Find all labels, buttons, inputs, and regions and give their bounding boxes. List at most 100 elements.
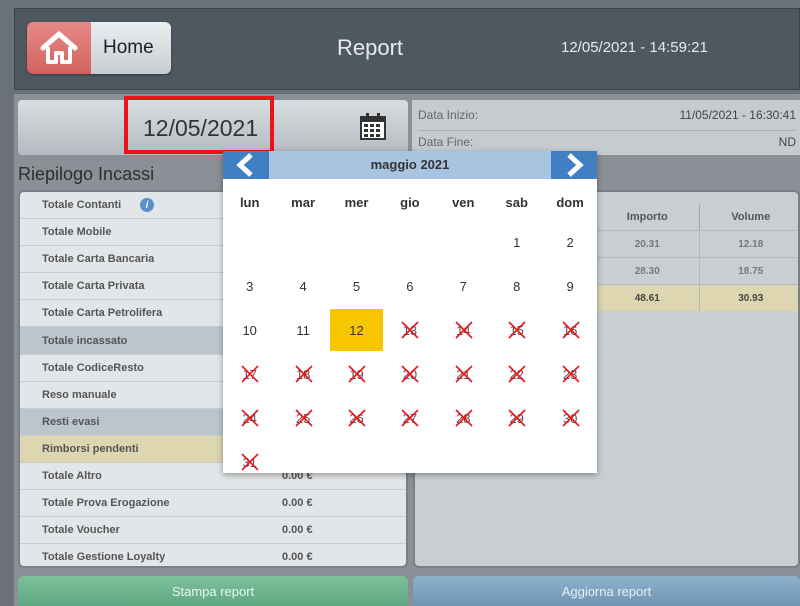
disabled-cross-icon bbox=[401, 365, 419, 383]
disabled-cross-icon bbox=[508, 409, 526, 427]
calendar-day[interactable]: 1 bbox=[490, 221, 543, 263]
row-label: Rimborsi pendenti bbox=[42, 442, 139, 455]
table-row: Totale Gestione Loyalty 0.00 € bbox=[20, 544, 406, 566]
calendar-icon[interactable] bbox=[360, 112, 386, 140]
disabled-cross-icon bbox=[562, 321, 580, 339]
end-date-value: ND bbox=[778, 135, 796, 149]
disabled-cross-icon bbox=[508, 365, 526, 383]
start-date-value: 11/05/2021 - 16:30:41 bbox=[679, 108, 796, 122]
calendar-day[interactable]: 7 bbox=[437, 265, 490, 307]
calendar-day: 15 bbox=[490, 309, 543, 351]
calendar-day: 19 bbox=[330, 353, 383, 395]
disabled-cross-icon bbox=[241, 365, 259, 383]
calendar-day[interactable]: 11 bbox=[277, 309, 330, 351]
row-label: Totale incassato bbox=[42, 334, 128, 347]
next-month-button[interactable] bbox=[551, 151, 597, 179]
calendar-day: 28 bbox=[437, 397, 490, 439]
cell-amount: 28.30 bbox=[595, 257, 699, 284]
info-icon[interactable]: i bbox=[140, 198, 154, 213]
cell-volume: 12.18 bbox=[698, 230, 798, 257]
disabled-cross-icon bbox=[562, 365, 580, 383]
date-picker-popup: maggio 2021 lun mar mer gio ven sab dom 1 2 3 4 5 6 7… bbox=[223, 151, 597, 473]
disabled-cross-icon bbox=[241, 409, 259, 427]
disabled-cross-icon bbox=[348, 365, 366, 383]
row-label: Totale Altro bbox=[42, 469, 102, 482]
calendar-day[interactable]: 5 bbox=[330, 265, 383, 307]
disabled-cross-icon bbox=[295, 365, 313, 383]
calendar-day[interactable]: 4 bbox=[277, 265, 330, 307]
calendar-day-selected[interactable]: 12 bbox=[330, 309, 383, 351]
page-title: Report bbox=[337, 35, 404, 60]
row-label: Totale Contanti bbox=[42, 199, 122, 212]
weekday-header: sab bbox=[505, 195, 528, 210]
row-label: Totale Mobile bbox=[42, 226, 112, 239]
row-label: Totale Carta Bancaria bbox=[42, 253, 155, 266]
report-screen: Home Report 12/05/2021 - 14:59:21 12/05/… bbox=[0, 0, 800, 606]
disabled-cross-icon bbox=[401, 409, 419, 427]
chevron-right-icon bbox=[567, 153, 584, 177]
weekday-header: gio bbox=[400, 195, 420, 210]
row-label: Resti evasi bbox=[42, 415, 100, 428]
disabled-cross-icon bbox=[348, 409, 366, 427]
calendar-day: 27 bbox=[383, 397, 436, 439]
calendar-day: 16 bbox=[544, 309, 597, 351]
section-title: Riepilogo Incassi bbox=[18, 164, 155, 184]
calendar-day: 31 bbox=[223, 441, 276, 483]
calendar-day[interactable]: 6 bbox=[383, 265, 436, 307]
disabled-cross-icon bbox=[562, 409, 580, 427]
home-button[interactable]: Home bbox=[27, 22, 171, 74]
weekday-header: mer bbox=[344, 195, 369, 210]
row-label: Totale Gestione Loyalty bbox=[42, 551, 166, 564]
calendar-day: 24 bbox=[223, 397, 276, 439]
home-button-label: Home bbox=[91, 22, 171, 74]
header-bar: Home Report 12/05/2021 - 14:59:21 bbox=[14, 8, 800, 90]
refresh-report-button[interactable]: Aggiorna report bbox=[413, 576, 800, 606]
cell-volume: 18.75 bbox=[698, 257, 798, 284]
column-header-amount: Importo bbox=[595, 204, 699, 230]
row-amount: 0.00 € bbox=[282, 497, 313, 510]
disabled-cross-icon bbox=[455, 365, 473, 383]
calendar-day: 13 bbox=[383, 309, 436, 351]
calendar-day[interactable]: 8 bbox=[490, 265, 543, 307]
row-label: Totale Prova Erogazione bbox=[42, 497, 170, 510]
row-amount: 0.00 € bbox=[282, 551, 313, 564]
calendar-day: 22 bbox=[490, 353, 543, 395]
table-header: Importo Volume bbox=[595, 204, 799, 230]
calendar-day: 23 bbox=[544, 353, 597, 395]
weekday-header: mar bbox=[291, 195, 316, 210]
table-row: Totale Prova Erogazione 0.00 € bbox=[20, 490, 406, 518]
end-date-row: Data Fine: ND bbox=[418, 130, 796, 152]
calendar-day[interactable]: 10 bbox=[223, 309, 276, 351]
calendar-day[interactable]: 3 bbox=[223, 265, 276, 307]
row-label: Reso manuale bbox=[42, 388, 117, 401]
column-header-volume: Volume bbox=[698, 204, 799, 230]
calendar-month-title: maggio 2021 bbox=[370, 157, 450, 172]
disabled-cross-icon bbox=[401, 321, 419, 339]
weekday-header: ven bbox=[452, 195, 475, 210]
table-row: Totale Voucher 0.00 € bbox=[20, 517, 406, 545]
end-date-label: Data Fine: bbox=[418, 135, 474, 149]
row-amount: 0.00 € bbox=[282, 524, 313, 537]
print-report-button[interactable]: Stampa report bbox=[18, 576, 408, 606]
calendar-day: 17 bbox=[223, 353, 276, 395]
disabled-cross-icon bbox=[455, 321, 473, 339]
calendar-day: 18 bbox=[277, 353, 330, 395]
disabled-cross-icon bbox=[455, 409, 473, 427]
row-label: Totale Carta Privata bbox=[42, 280, 145, 293]
disabled-cross-icon bbox=[508, 321, 526, 339]
home-icon bbox=[27, 22, 91, 74]
calendar-day: 14 bbox=[437, 309, 490, 351]
calendar-day[interactable]: 2 bbox=[544, 221, 597, 263]
calendar-day[interactable]: 9 bbox=[544, 265, 597, 307]
calendar-day: 30 bbox=[544, 397, 597, 439]
calendar-day: 26 bbox=[330, 397, 383, 439]
report-period-info: Data Inizio: 11/05/2021 - 16:30:41 Data … bbox=[412, 100, 800, 155]
calendar-header: maggio 2021 bbox=[223, 151, 597, 179]
weekday-header: dom bbox=[556, 195, 584, 210]
table-row: 28.30 18.75 bbox=[595, 257, 798, 284]
disabled-cross-icon bbox=[295, 409, 313, 427]
row-label: Totale Carta Petrolifera bbox=[42, 307, 163, 320]
table-total-row: 48.61 30.93 bbox=[595, 284, 798, 311]
disabled-cross-icon bbox=[241, 453, 259, 471]
calendar-day: 25 bbox=[277, 397, 330, 439]
